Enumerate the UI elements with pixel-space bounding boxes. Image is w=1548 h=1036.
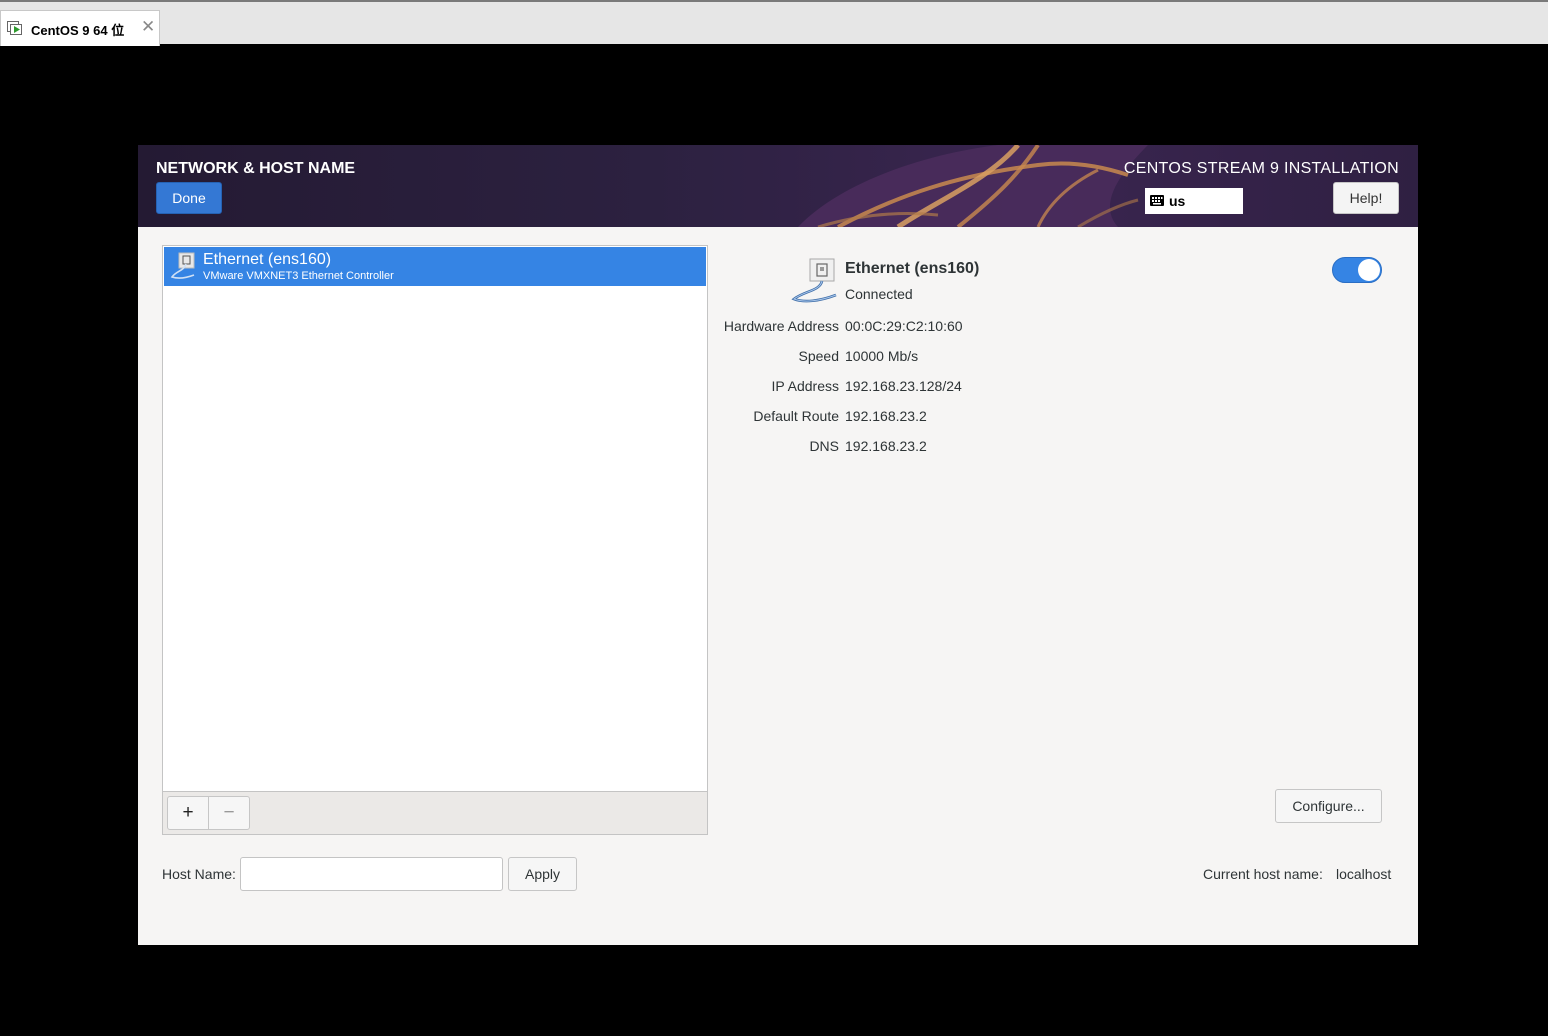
ip-address-row: IP Address 192.168.23.128/24 (698, 378, 1298, 398)
host-name-label: Host Name: (162, 866, 236, 882)
detail-label: Hardware Address (723, 318, 839, 334)
vm-tab-bar: CentOS 9 64 位 ✕ (0, 0, 1548, 46)
vm-tab[interactable]: CentOS 9 64 位 ✕ (0, 10, 160, 46)
wired-network-icon (790, 257, 840, 310)
add-device-button[interactable]: + (167, 796, 209, 830)
spoke-header: NETWORK & HOST NAME Done CENTOS STREAM 9… (138, 145, 1418, 227)
speed-row: Speed 10000 Mb/s (698, 348, 1298, 368)
detail-value: 00:0C:29:C2:10:60 (845, 318, 963, 334)
remove-device-button[interactable]: − (208, 796, 250, 830)
page-title: NETWORK & HOST NAME (156, 160, 356, 177)
detail-label: Default Route (753, 408, 839, 424)
current-host-name-label: Current host name: (1203, 866, 1323, 882)
detail-value: 10000 Mb/s (845, 348, 919, 364)
device-detail-name: Ethernet (ens160) (845, 260, 980, 277)
product-title: CENTOS STREAM 9 INSTALLATION (1123, 160, 1399, 177)
detail-label: Speed (798, 348, 839, 364)
vm-play-icon (7, 20, 23, 36)
apply-button[interactable]: Apply (508, 857, 577, 891)
device-enable-toggle[interactable] (1332, 257, 1382, 283)
device-description: VMware VMXNET3 Ethernet Controller (203, 270, 394, 282)
header-artwork (798, 145, 1148, 227)
detail-value: 192.168.23.2 (845, 408, 927, 424)
host-name-input[interactable] (240, 857, 503, 891)
help-button[interactable]: Help! (1333, 182, 1399, 214)
dns-row: DNS 192.168.23.2 (698, 438, 1298, 458)
detail-value: 192.168.23.128/24 (845, 378, 962, 394)
current-host-name-value: localhost (1336, 866, 1392, 882)
done-button[interactable]: Done (156, 182, 222, 214)
detail-value: 192.168.23.2 (845, 438, 927, 454)
configure-button[interactable]: Configure... (1275, 789, 1382, 823)
keyboard-layout-label: us (1169, 193, 1186, 209)
toggle-knob (1358, 259, 1380, 281)
network-device-list: Ethernet (ens160) VMware VMXNET3 Etherne… (162, 245, 708, 835)
wired-network-icon (168, 251, 198, 286)
detail-label: DNS (809, 438, 839, 454)
list-item[interactable]: Ethernet (ens160) VMware VMXNET3 Etherne… (164, 247, 706, 286)
keyboard-layout-indicator[interactable]: us (1145, 188, 1243, 214)
close-icon[interactable]: ✕ (141, 17, 155, 37)
hardware-address-row: Hardware Address 00:0C:29:C2:10:60 (698, 318, 1298, 338)
device-name: Ethernet (ens160) (203, 251, 332, 268)
vm-tab-label: CentOS 9 64 位 (31, 23, 125, 38)
default-route-row: Default Route 192.168.23.2 (698, 408, 1298, 428)
keyboard-icon (1150, 194, 1164, 207)
installer-window: NETWORK & HOST NAME Done CENTOS STREAM 9… (138, 145, 1418, 945)
device-list-toolbar: + − (162, 791, 708, 835)
device-detail-status: Connected (845, 286, 913, 302)
detail-label: IP Address (771, 378, 839, 394)
